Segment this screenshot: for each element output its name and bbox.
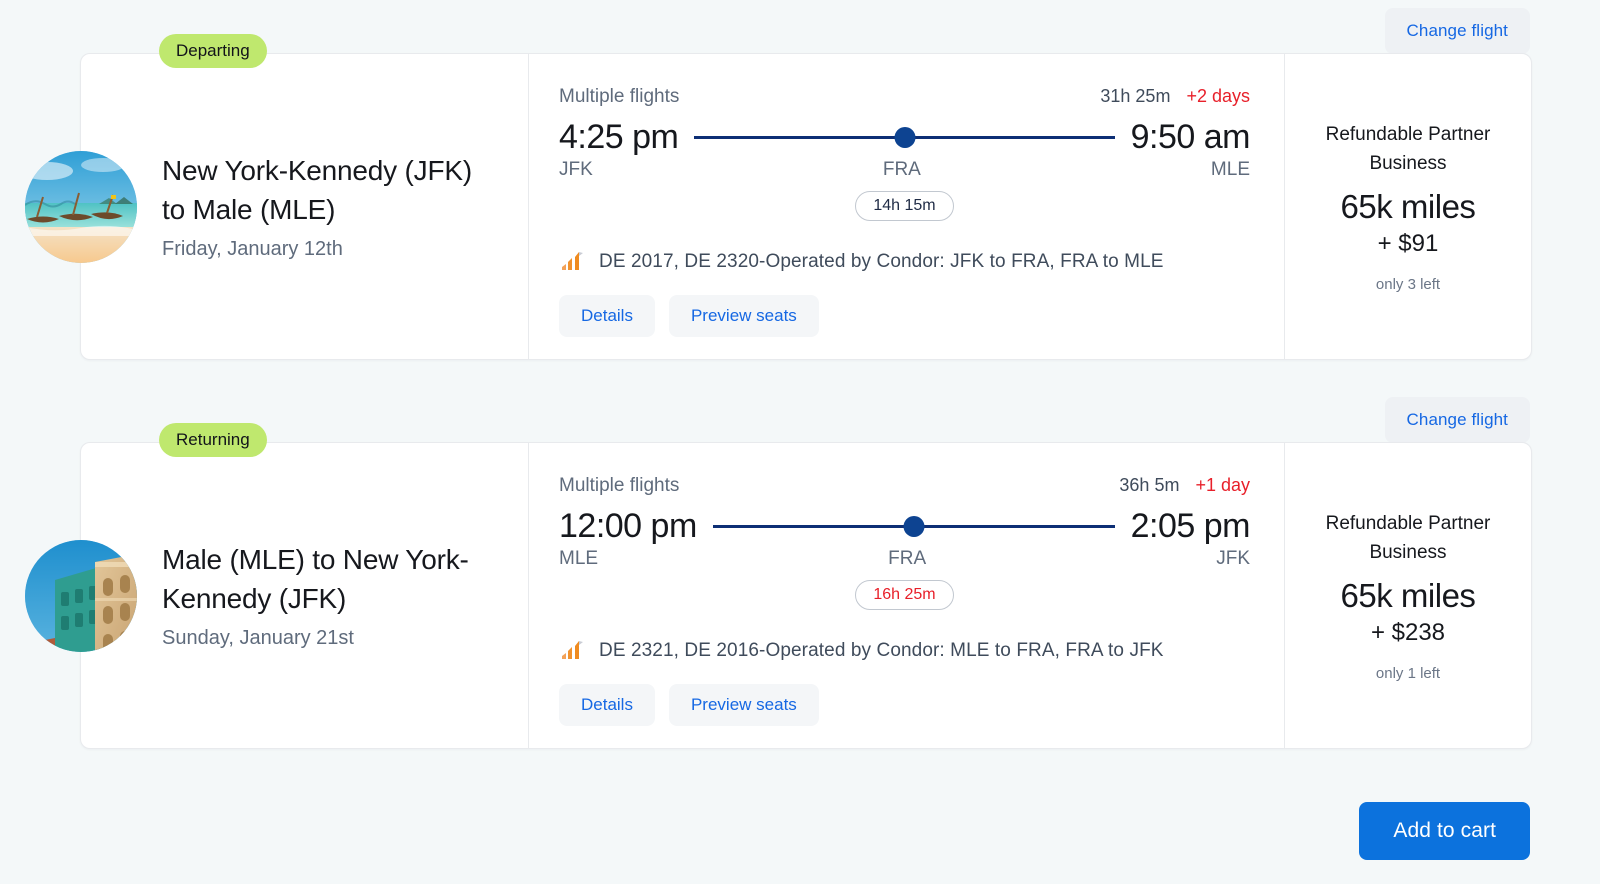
fare-cash-returning: + $238 bbox=[1370, 619, 1446, 647]
fare-name-line2-returning: Business bbox=[1369, 542, 1447, 563]
multiple-flights-label-returning: Multiple flights bbox=[559, 475, 680, 496]
depart-time-departing: 4:25 pm bbox=[559, 118, 679, 156]
airport-codes-returning: MLE FRA JFK bbox=[559, 548, 1250, 570]
itinerary-column-returning: Multiple flights 36h 5m +1 day 12:00 pm … bbox=[528, 443, 1285, 748]
change-flight-button-departing[interactable]: Change flight bbox=[1384, 8, 1530, 54]
route-title-departing: New York-Kennedy (JFK) to Male (MLE) bbox=[162, 155, 472, 225]
route-title-returning: Male (MLE) to New York-Kennedy (JFK) bbox=[162, 544, 469, 614]
layover-wrap-departing: 14h 15m bbox=[559, 191, 1250, 221]
depart-time-returning: 12:00 pm bbox=[559, 507, 697, 545]
seats-left-departing: only 3 left bbox=[1375, 276, 1441, 294]
arrive-code-returning: JFK bbox=[1216, 548, 1250, 569]
flight-card-departing: Departing New York-Kennedy (JFK) to Male… bbox=[25, 34, 1532, 360]
condor-airline-icon bbox=[559, 249, 585, 275]
flight-card-returning: Returning Male (MLE) to New York-Kennedy… bbox=[25, 423, 1532, 749]
action-row-returning: Details Preview seats bbox=[559, 684, 1250, 726]
route-date-departing: Friday, January 12th bbox=[162, 237, 343, 260]
stop-dot-departing bbox=[894, 127, 915, 148]
stop-code-departing: FRA bbox=[882, 159, 921, 180]
plus-days-departing: +2 days bbox=[1186, 86, 1250, 106]
change-flight-row-returning: Change flight bbox=[1384, 397, 1530, 443]
stop-code-wrap-departing: FRA bbox=[593, 159, 1211, 181]
details-button-departing[interactable]: Details bbox=[559, 295, 655, 337]
fare-column-returning: Refundable Partner Business 65k miles + … bbox=[1285, 443, 1531, 748]
route-date-returning: Sunday, January 21st bbox=[162, 626, 354, 649]
timeline-bar-returning bbox=[712, 510, 1115, 544]
action-row-departing: Details Preview seats bbox=[559, 295, 1250, 337]
route-column-departing: New York-Kennedy (JFK) to Male (MLE) Fri… bbox=[25, 54, 528, 359]
arrive-time-departing: 9:50 am bbox=[1130, 118, 1251, 156]
stop-code-wrap-returning: FRA bbox=[598, 548, 1216, 570]
fare-name-line2-departing: Business bbox=[1369, 153, 1447, 174]
fare-name-line1-returning: Refundable Partner bbox=[1325, 512, 1491, 534]
arrive-time-returning: 2:05 pm bbox=[1130, 507, 1251, 545]
total-duration-departing: 31h 25m bbox=[1100, 86, 1171, 106]
flight-itinerary-page: Change flight Departing New York-Kennedy… bbox=[0, 0, 1600, 884]
depart-code-returning: MLE bbox=[559, 548, 599, 569]
itinerary-summary-returning: Multiple flights 36h 5m +1 day bbox=[559, 475, 1250, 497]
flight-numbers-returning: DE 2321, DE 2016-Operated by Condor: MLE… bbox=[599, 640, 1164, 661]
condor-airline-icon bbox=[559, 638, 585, 664]
layover-wrap-returning: 16h 25m bbox=[559, 580, 1250, 610]
flight-numbers-row-returning: DE 2321, DE 2016-Operated by Condor: MLE… bbox=[559, 638, 1250, 664]
preview-seats-button-departing[interactable]: Preview seats bbox=[668, 295, 819, 337]
total-duration-returning: 36h 5m bbox=[1119, 475, 1180, 495]
layover-duration-returning: 16h 25m bbox=[855, 580, 954, 610]
itinerary-column-departing: Multiple flights 31h 25m +2 days 4:25 pm… bbox=[528, 54, 1285, 359]
route-text-block-departing: New York-Kennedy (JFK) to Male (MLE) Fri… bbox=[162, 152, 497, 260]
timeline-bar-departing bbox=[694, 121, 1115, 155]
footer-actions: Add to cart bbox=[1359, 802, 1530, 860]
beach-longtail-boats-thumbnail bbox=[25, 150, 137, 263]
fare-miles-returning: 65k miles bbox=[1340, 577, 1476, 615]
flight-numbers-departing: DE 2017, DE 2320-Operated by Condor: JFK… bbox=[599, 251, 1164, 272]
multiple-flights-label-departing: Multiple flights bbox=[559, 86, 680, 107]
segment-badge-returning: Returning bbox=[159, 423, 267, 457]
depart-code-departing: JFK bbox=[559, 159, 593, 180]
segment-badge-departing: Departing bbox=[159, 34, 267, 68]
flight-numbers-row-departing: DE 2017, DE 2320-Operated by Condor: JFK… bbox=[559, 249, 1250, 275]
fare-cash-departing: + $91 bbox=[1377, 230, 1439, 258]
route-text-block-returning: Male (MLE) to New York-Kennedy (JFK) Sun… bbox=[162, 541, 497, 649]
timeline-departing: 4:25 pm 9:50 am bbox=[559, 118, 1251, 157]
add-to-cart-button[interactable]: Add to cart bbox=[1359, 802, 1530, 860]
fare-miles-departing: 65k miles bbox=[1340, 188, 1476, 226]
arrive-code-departing: MLE bbox=[1210, 159, 1250, 180]
timeline-returning: 12:00 pm 2:05 pm bbox=[559, 507, 1251, 546]
stop-dot-returning bbox=[903, 516, 925, 537]
city-building-facade-thumbnail bbox=[25, 539, 137, 652]
change-flight-button-returning[interactable]: Change flight bbox=[1384, 397, 1530, 443]
seats-left-returning: only 1 left bbox=[1375, 665, 1441, 683]
details-button-returning[interactable]: Details bbox=[559, 684, 655, 726]
airport-codes-departing: JFK FRA MLE bbox=[559, 159, 1250, 181]
fare-name-line1-departing: Refundable Partner bbox=[1325, 123, 1491, 145]
itinerary-summary-departing: Multiple flights 31h 25m +2 days bbox=[559, 86, 1250, 108]
fare-column-departing: Refundable Partner Business 65k miles + … bbox=[1285, 54, 1531, 359]
stop-code-returning: FRA bbox=[888, 548, 927, 569]
plus-days-returning: +1 day bbox=[1195, 475, 1250, 495]
change-flight-row-departing: Change flight bbox=[1384, 8, 1530, 54]
route-column-returning: Male (MLE) to New York-Kennedy (JFK) Sun… bbox=[25, 443, 528, 748]
preview-seats-button-returning[interactable]: Preview seats bbox=[668, 684, 819, 726]
layover-duration-departing: 14h 15m bbox=[855, 191, 954, 221]
